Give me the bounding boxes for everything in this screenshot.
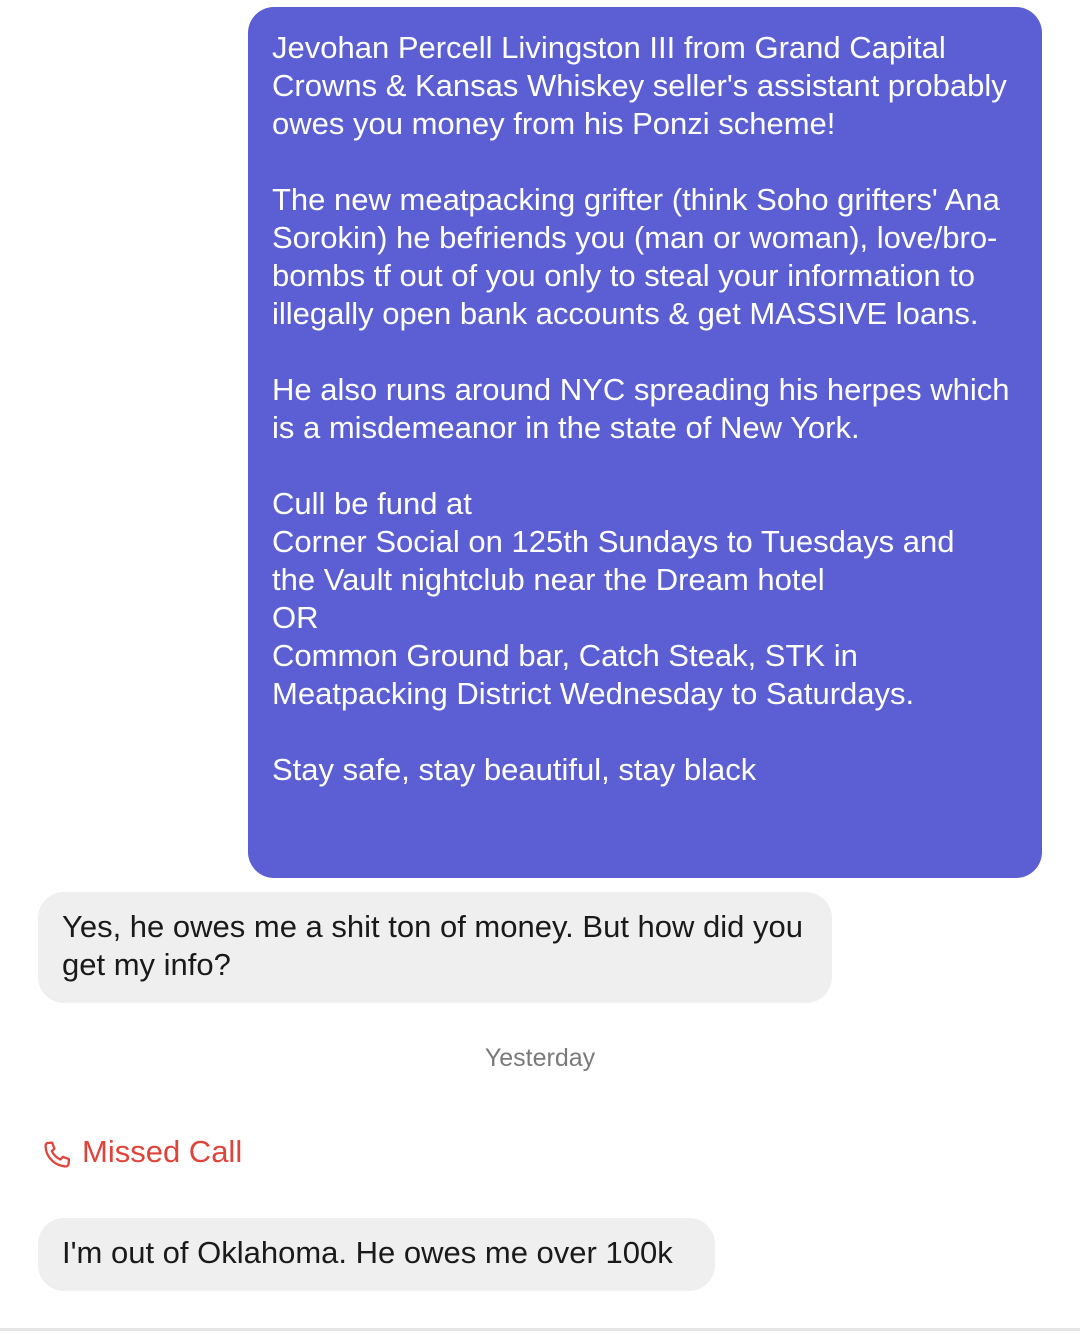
missed-call-label: Missed Call — [82, 1134, 243, 1169]
phone-icon — [44, 1141, 71, 1168]
chat-thread: Jevohan Percell Livingston III from Gran… — [0, 0, 1080, 1335]
incoming-message-bubble[interactable]: I'm out of Oklahoma. He owes me over 100… — [38, 1218, 715, 1291]
incoming-message-bubble[interactable]: Yes, he owes me a shit ton of money. But… — [38, 892, 832, 1003]
date-separator: Yesterday — [484, 1044, 596, 1072]
missed-call-entry[interactable]: Missed Call — [40, 1132, 242, 1172]
outgoing-message-bubble[interactable]: Jevohan Percell Livingston III from Gran… — [248, 7, 1042, 878]
divider — [0, 1328, 1080, 1331]
